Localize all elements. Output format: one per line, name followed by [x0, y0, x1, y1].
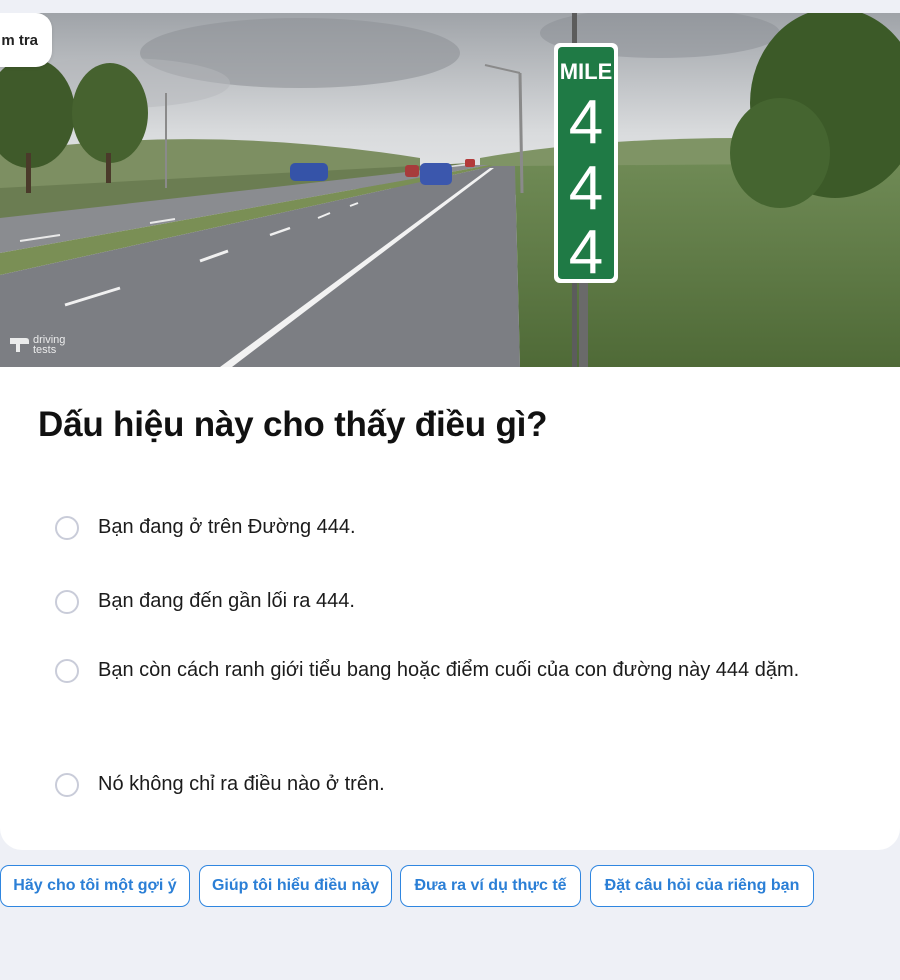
explain-button[interactable]: Giúp tôi hiểu điều này: [199, 865, 392, 907]
hint-button[interactable]: Hãy cho tôi một gợi ý: [0, 865, 190, 907]
radio-button[interactable]: [55, 658, 79, 683]
answer-option-text: Bạn đang ở trên Đường 444.: [98, 516, 356, 538]
answer-option[interactable]: Bạn đang ở trên Đường 444.: [55, 510, 838, 545]
sign-digit: 4: [569, 154, 603, 223]
ask-question-button[interactable]: Đặt câu hỏi của riêng bạn: [590, 865, 814, 907]
watermark-text: driving tests: [33, 334, 66, 356]
radio-button[interactable]: [55, 772, 79, 797]
sign-digit: 4: [569, 88, 603, 157]
question-card: MILE 4 4 4 m tra driving tests Dấu hiệu …: [0, 13, 900, 850]
answer-option-text: Bạn còn cách ranh giới tiểu bang hoặc đi…: [98, 659, 800, 681]
sign-digit: 4: [569, 218, 603, 287]
question-title: Dấu hiệu này cho thấy điều gì?: [38, 405, 548, 444]
mile-marker-sign: MILE 4 4 4: [554, 43, 618, 287]
driving-tests-logo-icon: [10, 338, 29, 352]
top-tab[interactable]: m tra: [0, 13, 52, 67]
answer-option-text: Nó không chỉ ra điều nào ở trên.: [98, 773, 385, 795]
radio-button[interactable]: [55, 515, 79, 540]
sign-heading: MILE: [560, 59, 613, 84]
top-tab-label: m tra: [1, 31, 38, 49]
answer-option[interactable]: Nó không chỉ ra điều nào ở trên.: [55, 767, 838, 802]
road-scene-image: MILE 4 4 4: [0, 13, 900, 367]
answer-option[interactable]: Bạn còn cách ranh giới tiểu bang hoặc đi…: [55, 653, 838, 688]
example-button[interactable]: Đưa ra ví dụ thực tế: [400, 865, 581, 907]
watermark: driving tests: [8, 334, 73, 356]
answer-option-text: Bạn đang đến gần lối ra 444.: [98, 590, 355, 612]
radio-button[interactable]: [55, 589, 79, 614]
answer-option[interactable]: Bạn đang đến gần lối ra 444.: [55, 584, 838, 619]
